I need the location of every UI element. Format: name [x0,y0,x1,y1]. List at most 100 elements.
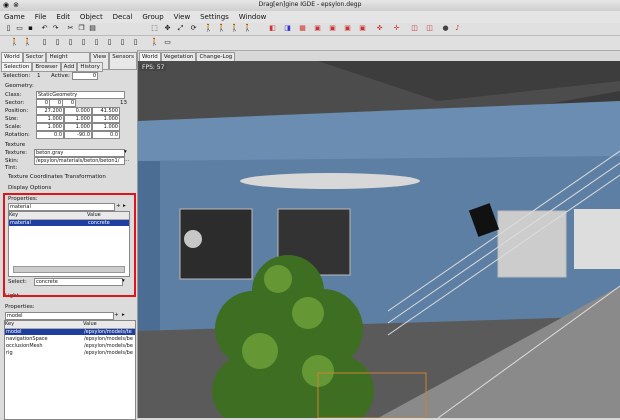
light-icon[interactable]: ● [441,24,450,33]
scale-x[interactable]: 1.000 [36,123,64,131]
menu-view[interactable]: View [174,11,191,23]
camera-walker-icon[interactable]: 🚶 [150,38,159,47]
save-icon[interactable]: ▪ [26,24,35,33]
skin-field[interactable]: /epsylon/materials/beton/beton1/ [34,157,125,165]
sector-z[interactable]: 0 [62,99,76,107]
menu-game[interactable]: Game [4,11,25,23]
sound-icon[interactable]: ♪ [453,24,462,33]
pivot-icon[interactable]: ✛ [392,24,401,33]
menu-edit[interactable]: Edit [56,11,70,23]
rotation-x[interactable]: 0.0 [36,131,64,139]
position-y[interactable]: 0.000 [64,107,92,115]
doc8-icon[interactable]: ▯ [131,38,140,47]
row-key[interactable]: navigationSpace [6,336,48,342]
center-icon[interactable]: ✜ [375,24,384,33]
position-z[interactable]: 41.500 [92,107,120,115]
scale-z[interactable]: 1.000 [92,123,120,131]
col-value[interactable]: Value [83,321,135,329]
camera-view-icon[interactable]: ▭ [163,38,172,47]
row-value[interactable]: /epsylon/models/be [84,350,133,356]
tab-history[interactable]: History [77,62,103,72]
sub-tabs: Selection Browser Add History [1,62,103,72]
walker3-icon[interactable]: 🚶 [230,24,239,33]
scale-y[interactable]: 1.000 [64,123,92,131]
doc4-icon[interactable]: ▯ [79,38,88,47]
undo-icon[interactable]: ↶ [40,24,49,33]
skin-browse-icon[interactable]: … [124,157,130,163]
doc3-icon[interactable]: ▯ [66,38,75,47]
3d-viewport[interactable]: FPS: 57 [138,61,620,418]
walker4-icon[interactable]: 🚶 [243,24,252,33]
row-key: model [6,329,22,335]
row-value[interactable]: /epsylon/models/be [84,336,133,342]
menu-window[interactable]: Window [239,11,267,23]
doc2-icon[interactable]: ▯ [53,38,62,47]
sector-x[interactable]: 0 [36,99,50,107]
doc7-icon[interactable]: ▯ [118,38,127,47]
align-icon[interactable]: ◨ [283,24,292,33]
size-x[interactable]: 1.000 [36,115,64,123]
rotate-mode-icon[interactable]: ⟳ [189,24,198,33]
snap-icon[interactable]: ◧ [268,24,277,33]
texture-dropdown-icon[interactable]: ▾ [124,149,127,155]
row-key[interactable]: occlusionMesh [6,343,43,349]
obj-add-button[interactable]: + [114,312,119,318]
class-field[interactable]: StaticGeometry [36,91,125,99]
decal-icon[interactable]: ◫ [425,24,434,33]
lock-y-icon[interactable]: ▣ [328,24,337,33]
lock-x-icon[interactable]: ▣ [313,24,322,33]
paste-icon[interactable]: ▤ [88,24,97,33]
size-z[interactable]: 1.000 [92,115,120,123]
redo-icon[interactable]: ↷ [51,24,60,33]
menu-file[interactable]: File [35,11,47,23]
sector-label: Sector: [5,100,25,106]
sector-y[interactable]: 0 [49,99,63,107]
doc5-icon[interactable]: ▯ [92,38,101,47]
obj-properties-list[interactable]: Key Value model /epsylon/models/te navig… [4,320,136,420]
position-x[interactable]: 27.200 [36,107,64,115]
scale-mode-icon[interactable]: ⤢ [176,24,185,33]
rotation-z[interactable]: 0.0 [92,131,120,139]
menu-decal[interactable]: Decal [113,11,133,23]
texture-coords-label[interactable]: Texture Coordinates Transformation [8,174,106,180]
size-y[interactable]: 1.000 [64,115,92,123]
active-input[interactable]: 0 [72,72,98,80]
tab-sensors[interactable]: Sensors [109,52,137,70]
obj-menu-button[interactable]: ▸ [122,312,125,318]
copy-icon[interactable]: ❐ [77,24,86,33]
tab-selection[interactable]: Selection [1,62,33,72]
row-value[interactable]: /epsylon/models/be [84,343,133,349]
walker-icon[interactable]: 🚶 [204,24,213,33]
walker2-icon[interactable]: 🚶 [217,24,226,33]
tab-add[interactable]: Add [60,62,78,72]
menu-group[interactable]: Group [142,11,163,23]
grid-icon[interactable]: ▦ [298,24,307,33]
geometry-group-title: Geometry: [5,83,34,89]
obj-key-field[interactable]: model [5,312,114,320]
nav-walker-icon[interactable]: 🚶 [10,38,19,47]
local-icon[interactable]: ▣ [358,24,367,33]
display-options-label[interactable]: Display Options [8,185,51,191]
selection-count: 1 [37,73,41,79]
texture-select[interactable]: beton.gray [34,149,125,157]
doc-icon[interactable]: ▯ [40,38,49,47]
object-icon[interactable]: ◫ [410,24,419,33]
menu-object[interactable]: Object [80,11,103,23]
nav-walker2-icon[interactable]: 🚶 [23,38,32,47]
table-row[interactable]: model /epsylon/models/te [5,329,135,335]
col-key[interactable]: Key [5,321,83,329]
sector-count: 13 [120,100,127,106]
menu-bar: Game File Edit Object Decal Group View S… [0,11,620,23]
tab-browser[interactable]: Browser [32,62,61,72]
new-icon[interactable]: ▯ [4,24,13,33]
cut-icon[interactable]: ✂ [66,24,75,33]
move-mode-icon[interactable]: ✥ [163,24,172,33]
rotation-y[interactable]: -90.0 [64,131,92,139]
menu-settings[interactable]: Settings [200,11,229,23]
select-mode-icon[interactable]: ⬚ [150,24,159,33]
tint-label: Tint: [5,165,18,171]
open-icon[interactable]: ▭ [15,24,24,33]
lock-z-icon[interactable]: ▣ [343,24,352,33]
doc6-icon[interactable]: ▯ [105,38,114,47]
row-key[interactable]: rig [6,350,13,356]
